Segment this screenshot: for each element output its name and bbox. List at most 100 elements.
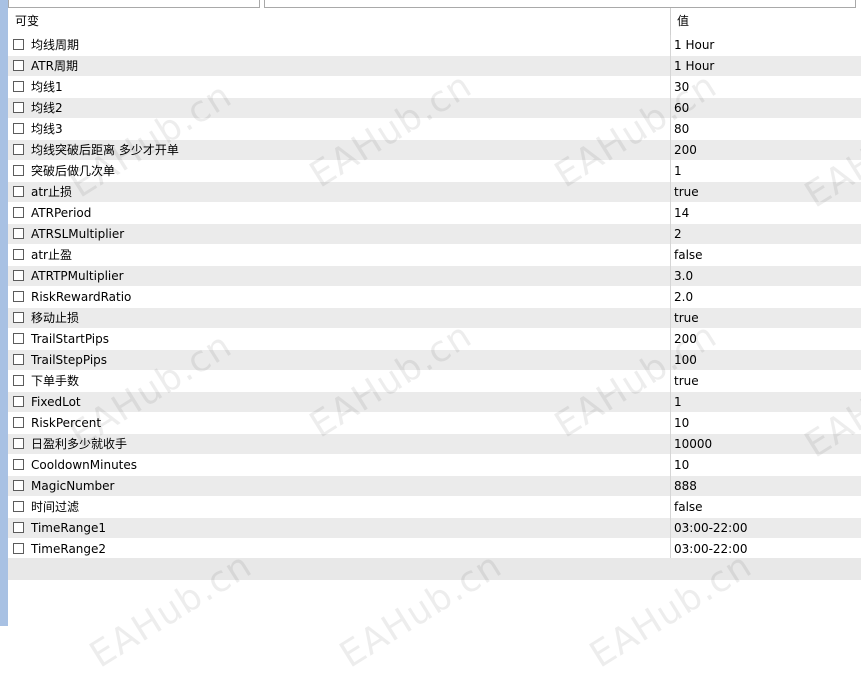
param-row[interactable]: RiskRewardRatio 2.0 xyxy=(8,287,861,308)
cell-divider xyxy=(670,203,671,224)
param-value[interactable]: false xyxy=(674,245,703,266)
param-row[interactable]: 均线突破后距离 多少才开单 200 xyxy=(8,140,861,161)
cell-divider xyxy=(670,392,671,413)
param-value[interactable]: 200 xyxy=(674,329,697,350)
param-name: TimeRange2 xyxy=(31,542,107,556)
param-row[interactable]: TrailStepPips 100 xyxy=(8,350,861,371)
param-name: ATRTPMultiplier xyxy=(31,269,124,283)
param-checkbox[interactable] xyxy=(13,417,24,428)
cell-divider xyxy=(670,35,671,56)
column-header-value[interactable]: 值 xyxy=(677,8,689,35)
param-row[interactable]: 均线周期 1 Hour xyxy=(8,35,861,56)
param-row[interactable]: ATRPeriod 14 xyxy=(8,203,861,224)
param-checkbox[interactable] xyxy=(13,522,24,533)
param-checkbox[interactable] xyxy=(13,501,24,512)
param-name: ATR周期 xyxy=(31,59,78,73)
param-value[interactable]: 888 xyxy=(674,476,697,497)
param-checkbox[interactable] xyxy=(13,312,24,323)
cell-divider xyxy=(670,245,671,266)
param-name: 移动止损 xyxy=(31,311,80,325)
param-checkbox[interactable] xyxy=(13,249,24,260)
param-checkbox[interactable] xyxy=(13,396,24,407)
param-value[interactable]: 200 xyxy=(674,140,697,161)
param-row[interactable]: CooldownMinutes 10 xyxy=(8,455,861,476)
param-row[interactable]: atr止损 true xyxy=(8,182,861,203)
param-checkbox[interactable] xyxy=(13,375,24,386)
param-checkbox[interactable] xyxy=(13,480,24,491)
param-row[interactable]: RiskPercent 10 xyxy=(8,413,861,434)
param-row[interactable]: 均线1 30 xyxy=(8,77,861,98)
param-name: ATRSLMultiplier xyxy=(31,227,125,241)
param-value[interactable]: 80 xyxy=(674,119,689,140)
param-checkbox[interactable] xyxy=(13,165,24,176)
param-value[interactable]: 1 Hour xyxy=(674,35,714,56)
param-checkbox[interactable] xyxy=(13,186,24,197)
param-row[interactable]: MagicNumber 888 xyxy=(8,476,861,497)
param-value[interactable]: 03:00-22:00 xyxy=(674,539,748,560)
cell-divider xyxy=(670,329,671,350)
param-row[interactable]: ATRTPMultiplier 3.0 xyxy=(8,266,861,287)
param-checkbox[interactable] xyxy=(13,123,24,134)
param-checkbox[interactable] xyxy=(13,39,24,50)
param-value[interactable]: true xyxy=(674,182,699,203)
param-checkbox[interactable] xyxy=(13,228,24,239)
param-value[interactable]: 14 xyxy=(674,203,689,224)
param-value[interactable]: 10 xyxy=(674,455,689,476)
top-input-row xyxy=(8,0,861,8)
param-value[interactable]: 1 xyxy=(674,161,682,182)
param-row[interactable]: TrailStartPips 200 xyxy=(8,329,861,350)
column-header-variable[interactable]: 可变 xyxy=(15,8,39,35)
param-checkbox[interactable] xyxy=(13,207,24,218)
param-row[interactable]: ATRSLMultiplier 2 xyxy=(8,224,861,245)
cell-divider xyxy=(670,77,671,98)
param-row[interactable]: 移动止损 true xyxy=(8,308,861,329)
param-name: 均线突破后距离 多少才开单 xyxy=(31,143,179,157)
param-row[interactable]: 时间过滤 false xyxy=(8,497,861,518)
param-name: CooldownMinutes xyxy=(31,458,138,472)
cell-divider xyxy=(670,539,671,560)
param-checkbox[interactable] xyxy=(13,60,24,71)
column-divider[interactable] xyxy=(670,8,671,35)
param-row[interactable]: 均线2 60 xyxy=(8,98,861,119)
param-value[interactable]: 2 xyxy=(674,224,682,245)
param-row[interactable]: 均线3 80 xyxy=(8,119,861,140)
param-checkbox[interactable] xyxy=(13,270,24,281)
param-value[interactable]: 10000 xyxy=(674,434,712,455)
param-value[interactable]: true xyxy=(674,371,699,392)
param-value[interactable]: 100 xyxy=(674,350,697,371)
cell-divider xyxy=(670,224,671,245)
param-checkbox[interactable] xyxy=(13,333,24,344)
param-checkbox[interactable] xyxy=(13,81,24,92)
param-checkbox[interactable] xyxy=(13,354,24,365)
parameter-rows: 均线周期 1 Hour ATR周期 1 Hour 均线1 30 均线2 60 均线3 80 均线突破… xyxy=(8,35,861,560)
param-value[interactable]: 1 xyxy=(674,392,682,413)
param-value[interactable]: false xyxy=(674,497,703,518)
param-row[interactable]: 日盈利多少就收手 10000 xyxy=(8,434,861,455)
cell-divider xyxy=(670,476,671,497)
param-value[interactable]: 10 xyxy=(674,413,689,434)
param-checkbox[interactable] xyxy=(13,291,24,302)
grid-header: 可变 值 xyxy=(8,8,861,36)
param-row[interactable]: TimeRange2 03:00-22:00 xyxy=(8,539,861,560)
param-value[interactable]: 60 xyxy=(674,98,689,119)
param-name: atr止盈 xyxy=(31,248,72,262)
param-value[interactable]: 3.0 xyxy=(674,266,693,287)
param-value[interactable]: 2.0 xyxy=(674,287,693,308)
param-row[interactable]: 突破后做几次单 1 xyxy=(8,161,861,182)
param-checkbox[interactable] xyxy=(13,543,24,554)
param-value[interactable]: 30 xyxy=(674,77,689,98)
param-row[interactable]: FixedLot 1 xyxy=(8,392,861,413)
param-value[interactable]: 03:00-22:00 xyxy=(674,518,748,539)
param-value[interactable]: true xyxy=(674,308,699,329)
top-input-right[interactable] xyxy=(264,0,856,8)
param-checkbox[interactable] xyxy=(13,102,24,113)
param-checkbox[interactable] xyxy=(13,144,24,155)
param-row[interactable]: atr止盈 false xyxy=(8,245,861,266)
top-input-left[interactable] xyxy=(8,0,260,8)
param-checkbox[interactable] xyxy=(13,438,24,449)
param-value[interactable]: 1 Hour xyxy=(674,56,714,77)
param-row[interactable]: TimeRange1 03:00-22:00 xyxy=(8,518,861,539)
param-row[interactable]: ATR周期 1 Hour xyxy=(8,56,861,77)
param-row[interactable]: 下单手数 true xyxy=(8,371,861,392)
param-checkbox[interactable] xyxy=(13,459,24,470)
